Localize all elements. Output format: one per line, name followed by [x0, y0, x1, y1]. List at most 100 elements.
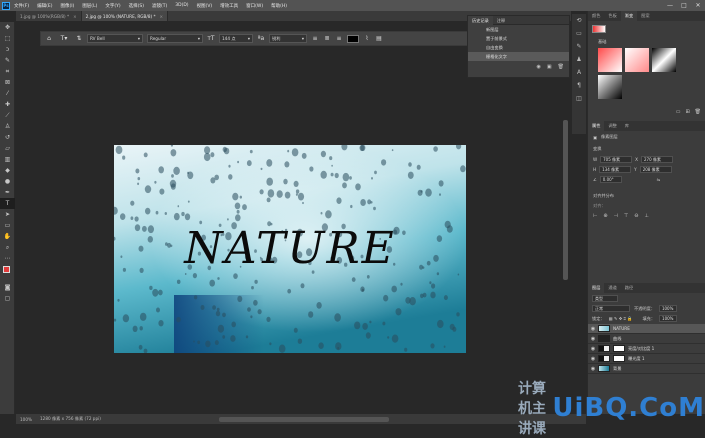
- align-bottom-edges-icon[interactable]: ⊥: [644, 213, 648, 219]
- clone-source-icon[interactable]: ♟: [572, 53, 586, 66]
- tab-notes[interactable]: 注释: [493, 16, 509, 25]
- align-vcenter-icon[interactable]: ⊖: [634, 213, 638, 219]
- lock-icons[interactable]: ▦ ✎ ✥ ⌗ 🔒: [609, 316, 633, 322]
- visibility-eye-icon[interactable]: ◉: [588, 326, 598, 332]
- visibility-eye-icon[interactable]: ◉: [588, 356, 598, 362]
- glyphs-icon[interactable]: ◫: [572, 92, 586, 105]
- layer-filter-select[interactable]: 类型: [592, 295, 618, 302]
- tab-libraries[interactable]: 库: [621, 121, 633, 131]
- maximize-button[interactable]: □: [677, 0, 691, 11]
- menu-plugins[interactable]: 增效工具: [220, 3, 238, 9]
- zoom-level[interactable]: 100%: [20, 417, 32, 422]
- crop-tool-icon[interactable]: ⌗: [0, 66, 15, 77]
- width-field[interactable]: 705 像素: [600, 156, 633, 163]
- hand-tool-icon[interactable]: ✋: [0, 231, 15, 242]
- align-left-edges-icon[interactable]: ⊢: [593, 213, 597, 219]
- minimize-button[interactable]: —: [663, 0, 677, 11]
- vertical-scrollbar[interactable]: [563, 120, 568, 280]
- tab-properties[interactable]: 属性: [588, 121, 605, 131]
- history-item[interactable]: 自由变换: [468, 43, 569, 52]
- height-field[interactable]: 134 像素: [599, 166, 632, 173]
- y-field[interactable]: 208 像素: [639, 166, 672, 173]
- warp-text-icon[interactable]: ⌇: [363, 35, 371, 43]
- menu-edit[interactable]: 编辑(E): [37, 3, 52, 9]
- menu-view[interactable]: 视图(V): [197, 3, 213, 9]
- nature-text-layer[interactable]: NATURE: [114, 223, 466, 274]
- tab-patterns[interactable]: 图案: [637, 11, 653, 21]
- color-swatches[interactable]: [0, 264, 14, 282]
- history-item[interactable]: 新图层: [468, 25, 569, 34]
- menu-3d[interactable]: 3D(D): [175, 3, 188, 8]
- tab-gradients[interactable]: 渐变: [620, 11, 638, 21]
- shape-tool-icon[interactable]: ▭: [0, 220, 15, 231]
- type-tool-icon[interactable]: T: [0, 198, 15, 209]
- visibility-eye-icon[interactable]: ◉: [588, 336, 598, 342]
- font-size-field[interactable]: 144 点 ▾: [219, 34, 253, 43]
- menu-file[interactable]: 文件(F): [14, 3, 29, 9]
- align-right-edges-icon[interactable]: ⊣: [614, 213, 618, 219]
- menu-image[interactable]: 图像(I): [60, 3, 74, 9]
- comments-icon[interactable]: ▭: [572, 27, 586, 40]
- new-group-icon[interactable]: ▭: [676, 109, 681, 115]
- canvas-image[interactable]: NATURE: [114, 145, 466, 353]
- document-info[interactable]: 1280 像素 x 756 像素 (72 ppi): [40, 416, 101, 422]
- gradient-swatch[interactable]: [598, 75, 622, 99]
- history-panel-icon[interactable]: ⟲: [572, 14, 586, 27]
- brush-settings-icon[interactable]: ✎: [572, 40, 586, 53]
- history-brush-icon[interactable]: ↺: [0, 132, 15, 143]
- character-icon[interactable]: A: [572, 66, 586, 79]
- x-field[interactable]: 270 像素: [641, 156, 674, 163]
- move-tool-icon[interactable]: ✥: [0, 22, 15, 33]
- gradient-swatch[interactable]: [652, 48, 676, 72]
- brush-tool-icon[interactable]: ⟋: [0, 110, 15, 121]
- menu-help[interactable]: 帮助(H): [271, 3, 287, 9]
- tab-paths[interactable]: 路径: [621, 283, 637, 293]
- current-gradient-preview[interactable]: [592, 25, 606, 33]
- antialias-select[interactable]: 锐利 ▾: [269, 34, 307, 43]
- angle-field[interactable]: 0.00°: [599, 176, 622, 183]
- dodge-tool-icon[interactable]: ●: [0, 176, 15, 187]
- zoom-tool-icon[interactable]: ⌕: [0, 242, 15, 253]
- paragraph-icon[interactable]: ¶: [572, 79, 586, 92]
- align-hcenter-icon[interactable]: ⊕: [603, 213, 607, 219]
- layer-row[interactable]: ◉ 曝光度 1: [588, 354, 705, 364]
- close-tab-icon[interactable]: ×: [73, 14, 77, 19]
- tab-history[interactable]: 历史记录: [468, 15, 493, 25]
- history-item-active[interactable]: 栅格化文字: [468, 52, 569, 61]
- pen-tool-icon[interactable]: ✒: [0, 187, 15, 198]
- menu-window[interactable]: 窗口(W): [246, 3, 263, 9]
- blend-mode-select[interactable]: 正常: [592, 305, 630, 312]
- quick-mask-icon[interactable]: ◙: [0, 282, 15, 293]
- align-left-icon[interactable]: ≡: [311, 35, 319, 43]
- eraser-tool-icon[interactable]: ▱: [0, 143, 15, 154]
- trash-icon[interactable]: 🗑: [695, 109, 701, 115]
- home-icon[interactable]: ⌂: [45, 35, 53, 43]
- menu-filter[interactable]: 滤镜(T): [152, 3, 167, 9]
- close-tab-icon[interactable]: ×: [160, 14, 164, 19]
- flip-icon[interactable]: ⇋: [657, 177, 661, 182]
- type-tool-preset-icon[interactable]: T▾: [57, 35, 71, 43]
- history-item[interactable]: 置于前景式: [468, 34, 569, 43]
- quick-select-tool-icon[interactable]: ✎: [0, 55, 15, 66]
- frame-tool-icon[interactable]: ⊠: [0, 77, 15, 88]
- orientation-icon[interactable]: ⇅: [75, 35, 83, 43]
- tab-layers[interactable]: 图层: [588, 283, 605, 293]
- tab-swatches[interactable]: 色板: [604, 11, 620, 21]
- healing-tool-icon[interactable]: ✚: [0, 99, 15, 110]
- visibility-eye-icon[interactable]: ◉: [588, 366, 598, 372]
- more-tools-icon[interactable]: ⋯: [0, 253, 15, 264]
- trash-icon[interactable]: 🗑: [558, 64, 564, 70]
- tab-channels[interactable]: 通道: [604, 283, 620, 293]
- doc-tab-1[interactable]: 1.jpg @ 100%(RGB/8) * ×: [16, 11, 82, 21]
- doc-tab-2[interactable]: 2.jpg @ 100% (NATURE, RGB/8) * ×: [81, 11, 169, 21]
- visibility-eye-icon[interactable]: ◉: [588, 346, 598, 352]
- marquee-tool-icon[interactable]: ⬚: [0, 33, 15, 44]
- gradient-tool-icon[interactable]: ▥: [0, 154, 15, 165]
- gradient-swatch[interactable]: [625, 48, 649, 72]
- layer-row[interactable]: ◉ NATURE: [588, 324, 705, 334]
- lasso-tool-icon[interactable]: ↄ: [0, 44, 15, 55]
- path-select-tool-icon[interactable]: ➤: [0, 209, 15, 220]
- opacity-field[interactable]: 100%: [658, 305, 677, 312]
- text-color-swatch[interactable]: [347, 34, 359, 43]
- font-style-select[interactable]: Regular ▾: [147, 34, 203, 43]
